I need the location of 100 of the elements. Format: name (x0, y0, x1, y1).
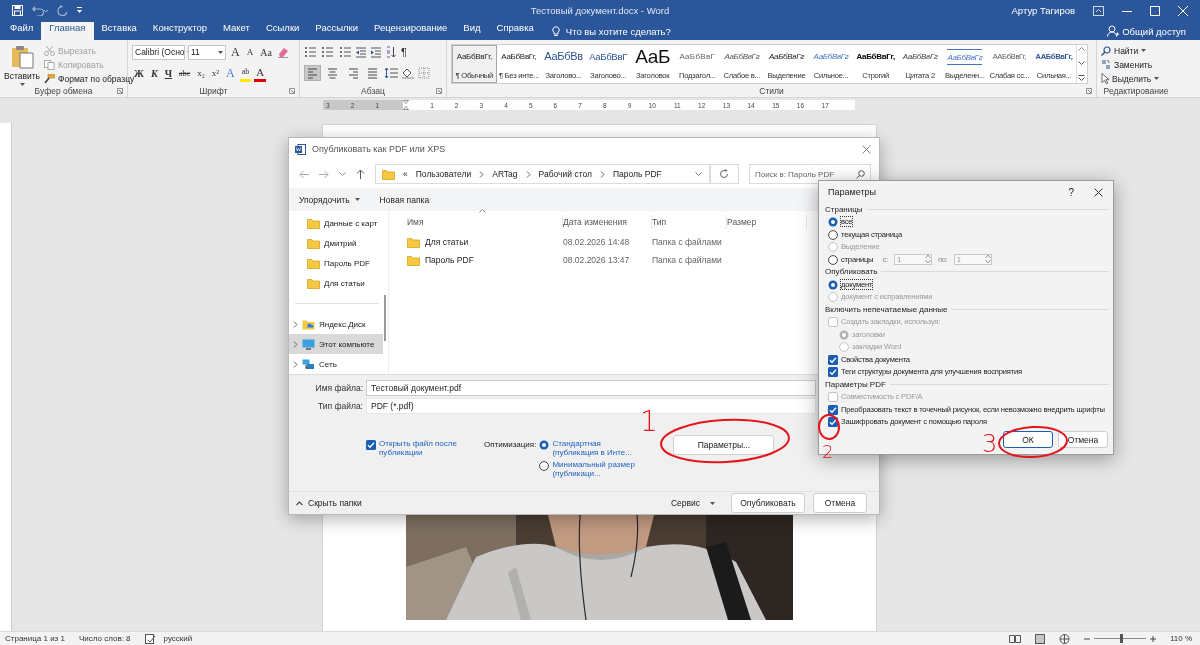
ribbon-tab[interactable]: Рассылки (307, 22, 366, 40)
tell-me-field[interactable]: Что вы хотите сделать? (551, 22, 671, 40)
proofing-icon[interactable] (144, 633, 156, 644)
dialog-launcher-icon[interactable] (117, 88, 123, 94)
ribbon-tab[interactable]: Вид (455, 22, 489, 40)
underline-button[interactable]: Ч (162, 64, 175, 82)
strike-button[interactable]: abc (177, 64, 193, 82)
sup-button[interactable]: x² (209, 64, 221, 82)
checkbox-icon[interactable] (828, 404, 838, 415)
hide-folders-button[interactable]: Скрыть папки (296, 498, 362, 508)
align-left-button[interactable] (304, 65, 321, 81)
indent-icon[interactable] (370, 46, 382, 58)
zoom-level[interactable]: 110 % (1169, 634, 1200, 643)
file-name-field[interactable]: Тестовый документ.pdf (366, 379, 816, 396)
optimization-radio[interactable]: Стандартная (публикация в Инте... (539, 439, 644, 457)
sort-icon[interactable] (385, 46, 396, 58)
ribbon-tab[interactable]: Конструктор (144, 22, 215, 40)
radio-icon[interactable] (828, 279, 838, 290)
dialog-launcher-icon[interactable] (1086, 88, 1092, 94)
save-icon[interactable] (12, 5, 23, 16)
nav-item[interactable]: Яндекс.Диск (289, 314, 383, 335)
radio-icon[interactable] (828, 229, 838, 240)
outdent-icon[interactable] (355, 46, 367, 58)
radio-icon[interactable] (828, 217, 838, 228)
word-count[interactable]: Число слов: 8 (78, 634, 131, 643)
language-label[interactable]: русский (163, 634, 193, 643)
column-header[interactable]: Тип (652, 215, 727, 229)
zoom-out-icon[interactable] (1083, 635, 1090, 642)
open-after-checkbox[interactable]: Открыть файл после публикации (366, 439, 484, 487)
spin-arrows-icon[interactable] (984, 254, 991, 265)
path-overflow[interactable]: « (403, 169, 408, 179)
help-button[interactable]: ? (1068, 186, 1074, 198)
nav-item[interactable]: Этот компьюте (289, 334, 383, 355)
column-header[interactable]: Имя (407, 215, 563, 229)
page-count[interactable]: Страница 1 из 1 (5, 634, 65, 643)
breadcrumb-item[interactable]: Пользователи (415, 169, 472, 179)
user-name[interactable]: Артур Тагиров (1011, 5, 1075, 16)
up-icon[interactable] (356, 169, 365, 179)
customize-icon[interactable] (76, 6, 83, 15)
nav-item[interactable]: Дмитрий (289, 233, 383, 254)
grow-button[interactable]: A (229, 43, 242, 61)
ribbon-tab[interactable]: Макет (215, 22, 258, 40)
breadcrumb-separator-icon[interactable] (525, 170, 531, 178)
file-name[interactable]: Для статьи (425, 237, 469, 247)
address-bar[interactable]: « Пользователи ARTag Рабочий стол Пароль PDF (375, 164, 711, 184)
refresh-button[interactable] (709, 164, 739, 184)
redo-icon[interactable] (57, 5, 68, 16)
share-button[interactable]: Общий доступ (1107, 22, 1200, 40)
ribbon-tab[interactable]: Рецензирование (366, 22, 456, 40)
checkbox-icon[interactable] (366, 440, 376, 450)
line-spacing-icon[interactable] (384, 67, 398, 79)
column-header[interactable]: Дата изменения (563, 215, 652, 229)
maximize-icon[interactable] (1150, 5, 1160, 16)
column-header[interactable]: Размер (727, 215, 807, 229)
nav-item[interactable]: Сеть (289, 354, 383, 374)
ribbon-tab[interactable]: Вставка (93, 22, 145, 40)
zoom-in-icon[interactable] (1149, 635, 1156, 642)
clear-format-icon[interactable] (276, 46, 289, 58)
cancel-button[interactable]: Отмена (813, 493, 867, 513)
sort-caret-icon[interactable] (479, 209, 486, 213)
breadcrumb-item[interactable]: ARTag (492, 169, 518, 179)
recent-caret-icon[interactable] (339, 171, 346, 177)
italic-button[interactable]: К (148, 64, 160, 82)
checkbox-icon[interactable] (828, 417, 838, 428)
paste-button[interactable]: Вставить (4, 43, 41, 85)
scroll-down-icon[interactable] (1078, 61, 1086, 65)
dialog-launcher-icon[interactable] (436, 88, 442, 94)
ribbon-tab[interactable]: Справка (488, 22, 542, 40)
read-mode-icon[interactable] (1008, 634, 1021, 643)
shading-icon[interactable] (401, 67, 415, 79)
tools-button[interactable]: Сервис (670, 498, 715, 508)
ribbon-tab[interactable]: Ссылки (257, 22, 308, 40)
dialog-launcher-icon[interactable] (289, 88, 295, 94)
nav-item[interactable]: Пароль PDF (289, 253, 383, 274)
radio-icon[interactable] (539, 461, 550, 471)
radio-icon[interactable] (828, 254, 838, 265)
ribbon-tab[interactable]: Файл (2, 22, 42, 40)
web-layout-icon[interactable] (1058, 633, 1070, 644)
breadcrumb-separator-icon[interactable] (599, 170, 605, 178)
select-button[interactable]: Выделить (1101, 72, 1160, 85)
expand-icon[interactable] (293, 320, 298, 328)
color-button[interactable]: A (254, 64, 267, 82)
font-size-field[interactable]: 11 (188, 44, 226, 60)
effects-button[interactable]: A (224, 64, 237, 82)
pilcrow-button[interactable]: ¶ (399, 43, 409, 61)
bullets-icon[interactable] (304, 46, 318, 58)
painter-button[interactable]: Формат по образцу (44, 73, 135, 85)
new-folder-button[interactable]: Новая папка (379, 194, 430, 205)
scroll-up-icon[interactable] (1078, 47, 1086, 51)
breadcrumb-item[interactable]: Рабочий стол (538, 169, 592, 179)
ribbon-tab[interactable]: Главная (41, 22, 94, 40)
ok-button[interactable]: ОК (1003, 431, 1053, 448)
shrink-button[interactable]: A (244, 43, 256, 61)
spin-arrows-icon[interactable] (924, 254, 931, 265)
undo-icon[interactable] (31, 5, 49, 16)
numbering-icon[interactable] (321, 46, 335, 58)
back-icon[interactable] (299, 169, 309, 179)
more-icon[interactable] (1078, 75, 1086, 81)
close-icon[interactable] (1094, 187, 1103, 197)
nav-item[interactable]: Данные с карт (289, 214, 383, 234)
